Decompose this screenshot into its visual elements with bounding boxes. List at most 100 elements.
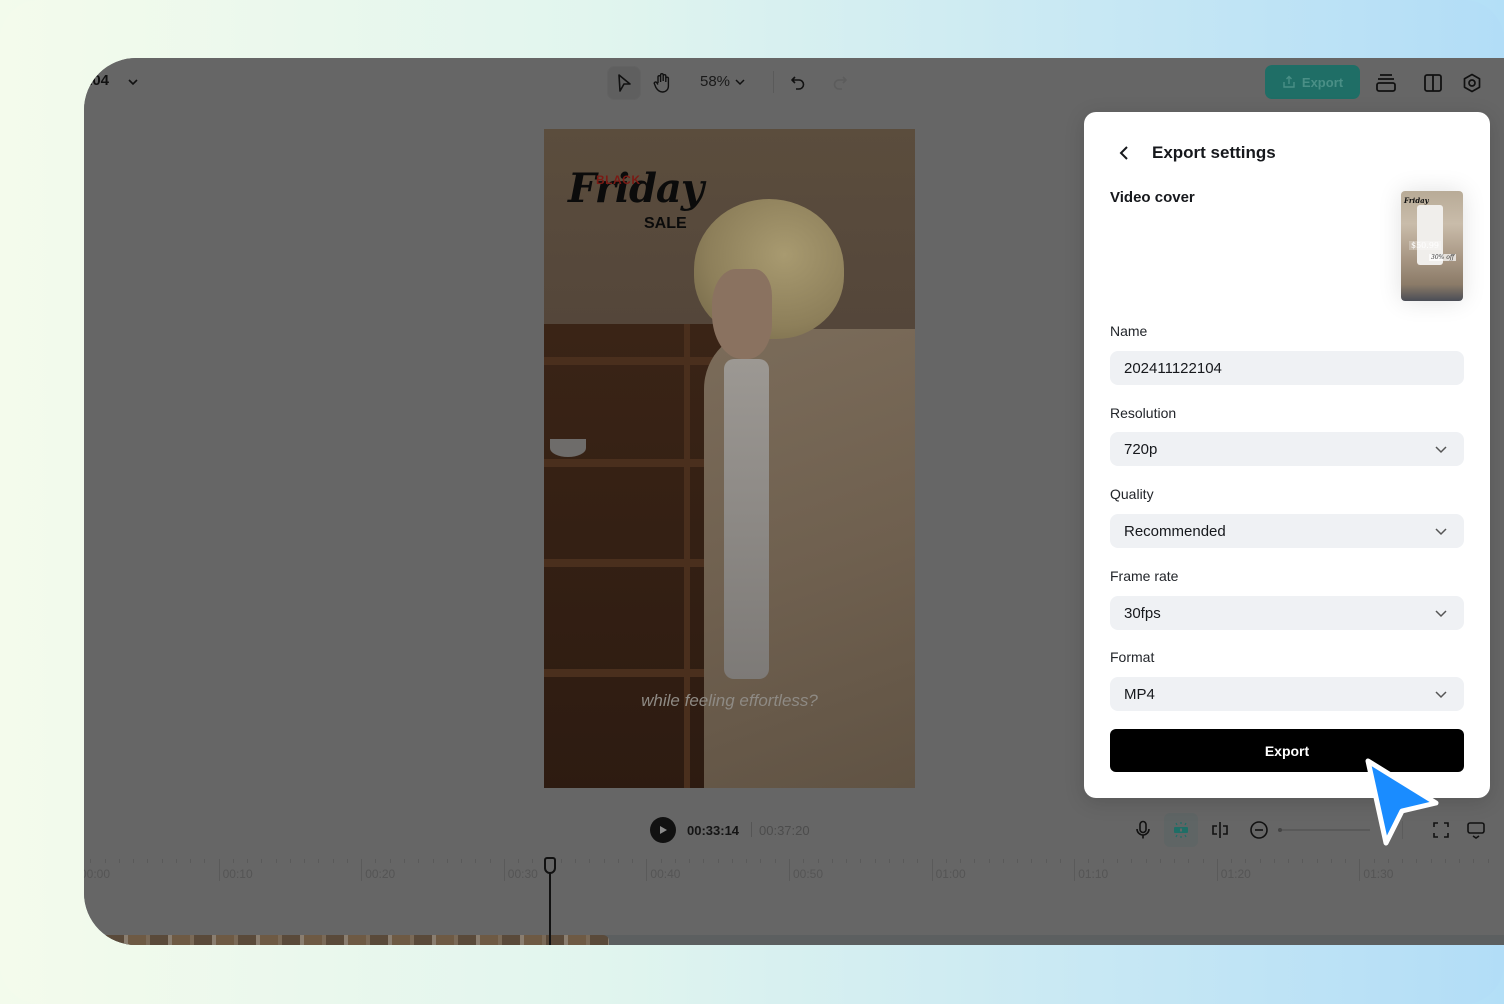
ruler-label: 00:50 [793, 867, 824, 881]
ruler-minor-tick [674, 859, 676, 863]
chevron-down-icon [1435, 691, 1447, 699]
video-cover-thumbnail[interactable]: Friday $50.99 30% off [1401, 191, 1463, 301]
ruler-minor-tick [175, 859, 177, 863]
ruler-minor-tick [917, 859, 919, 863]
timeline[interactable]: 00:00 00:10 00:20 00:30 00:40 00:50 01:00 01:10… [84, 855, 1504, 945]
ruler-minor-tick [1259, 859, 1261, 863]
video-track-clip[interactable] [84, 935, 609, 945]
pointer-icon [618, 74, 631, 92]
quality-label: Quality [1110, 486, 1154, 502]
ruler-minor-tick [204, 859, 206, 863]
frame-rate-select[interactable]: 30fps [1110, 596, 1464, 630]
export-top-label: Export [1301, 74, 1344, 90]
ruler-major-tick [789, 859, 790, 881]
time-separator [751, 822, 752, 837]
thumb-price: $50.99 [1409, 241, 1441, 250]
ruler-major-tick [646, 859, 648, 881]
chevron-down-icon [1435, 446, 1447, 454]
ruler-minor-tick [1059, 859, 1061, 863]
quality-select[interactable]: Recommended [1110, 514, 1464, 548]
ruler-minor-tick [275, 859, 277, 863]
ruler-major-tick [931, 859, 933, 881]
select-tool-button[interactable] [607, 66, 641, 100]
ruler-minor-tick [988, 859, 990, 863]
current-time: 00:33:14 [687, 823, 740, 838]
timeline-zoom-slider[interactable] [1278, 828, 1370, 832]
video-cover-label: Video cover [1110, 189, 1195, 206]
ruler-minor-tick [1031, 859, 1033, 863]
back-button[interactable] [1114, 142, 1134, 164]
format-select[interactable]: MP4 [1110, 677, 1464, 711]
ruler-minor-tick [1402, 859, 1404, 863]
ruler-minor-tick [689, 859, 691, 863]
ruler-minor-tick [161, 859, 163, 863]
ruler-minor-tick [1017, 859, 1019, 863]
ruler-minor-tick [1473, 859, 1475, 863]
zoom-level-value: 58% [700, 73, 731, 90]
ruler-label: 00:10 [222, 867, 253, 881]
redo-button[interactable] [823, 66, 857, 100]
split-view-button[interactable] [1420, 70, 1446, 96]
ruler-minor-tick [603, 859, 605, 863]
ruler-major-tick [503, 859, 505, 881]
ruler-minor-tick [589, 859, 591, 863]
ruler-label: 00:00 [84, 867, 111, 881]
chevron-down-icon [1435, 610, 1447, 618]
ruler-minor-tick [974, 859, 976, 863]
ruler-minor-tick [190, 859, 192, 863]
chevron-down-icon [1435, 528, 1447, 536]
ruler-minor-tick [1174, 859, 1176, 863]
caption-text[interactable]: while feeling effortless? [544, 691, 915, 711]
play-icon [660, 826, 667, 834]
ruler-minor-tick [532, 859, 534, 863]
ruler-major-tick [361, 859, 363, 881]
ruler-minor-tick [1131, 859, 1133, 863]
ruler-minor-tick [1444, 859, 1446, 863]
ruler-minor-tick [304, 859, 306, 863]
ruler-minor-tick [731, 859, 733, 863]
layers-button[interactable] [1373, 70, 1399, 96]
ruler-minor-tick [232, 859, 234, 863]
zoom-level-dropdown[interactable]: 58% [700, 73, 746, 90]
mouse-cursor-icon [1365, 758, 1439, 846]
ruler-minor-tick [489, 859, 491, 863]
ruler-minor-tick [346, 859, 348, 863]
auto-snap-button[interactable] [1164, 813, 1198, 847]
ruler-minor-tick [1188, 859, 1190, 863]
frame-rate-label: Frame rate [1110, 568, 1179, 584]
ruler-minor-tick [1245, 859, 1247, 863]
hand-icon [653, 73, 670, 93]
project-name[interactable]: 104 [84, 72, 109, 89]
playhead-handle[interactable] [544, 857, 556, 874]
captions-button[interactable] [1463, 817, 1489, 843]
hand-tool-button[interactable] [645, 66, 679, 100]
record-voice-button[interactable] [1130, 817, 1156, 843]
video-preview[interactable]: Friday BLACK SALE while feeling effortle… [544, 129, 915, 788]
undo-button[interactable] [781, 66, 815, 100]
promo-sale-text[interactable]: SALE [644, 215, 687, 233]
play-button[interactable] [650, 817, 676, 843]
ruler-label: 00:40 [650, 867, 681, 881]
resolution-select[interactable]: 720p [1110, 432, 1464, 466]
ruler-minor-tick [760, 859, 762, 863]
export-top-button[interactable]: Export [1265, 65, 1360, 99]
ruler-minor-tick [1231, 859, 1233, 863]
ruler-minor-tick [1430, 859, 1432, 863]
name-input[interactable]: 202411122104 [1110, 351, 1464, 385]
zoom-slider-knob[interactable] [1278, 828, 1282, 832]
resolution-value: 720p [1124, 440, 1158, 458]
ruler-minor-tick [575, 859, 577, 863]
ruler-minor-tick [418, 859, 420, 863]
chevron-down-icon[interactable] [126, 75, 140, 89]
playhead-line[interactable] [549, 873, 551, 945]
toolbar-divider [773, 71, 774, 93]
undo-icon [791, 76, 805, 90]
promo-black-text[interactable]: BLACK [596, 173, 641, 187]
zoom-out-button[interactable] [1246, 817, 1272, 843]
ruler-minor-tick [332, 859, 334, 863]
ruler-minor-tick [1416, 859, 1418, 863]
settings-button[interactable] [1459, 70, 1485, 96]
ruler-minor-tick [803, 859, 805, 863]
ruler-minor-tick [1273, 859, 1275, 863]
split-button[interactable] [1207, 817, 1233, 843]
